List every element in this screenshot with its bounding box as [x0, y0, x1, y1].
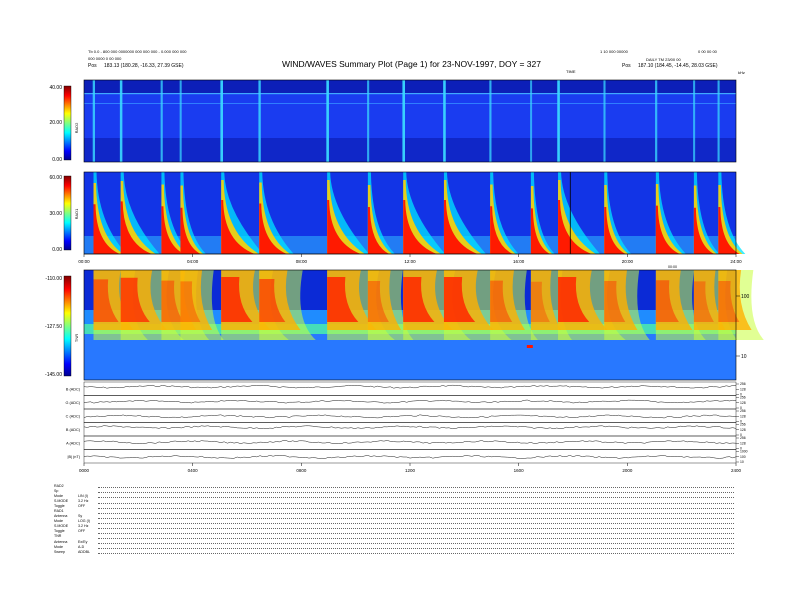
- rad2-burst-streak: [530, 80, 533, 162]
- trace-right-tick-label: 128: [740, 428, 746, 432]
- tnr-spectrogram: [84, 270, 764, 380]
- trace-series-label: B (ADC): [66, 387, 81, 391]
- tnr-ylabel: TNR: [74, 334, 79, 342]
- rad2-burst-streak: [179, 80, 182, 162]
- settings-label: Sweep: [54, 549, 65, 554]
- bottom-time-axis: 0000 0400 0800 1200 1600 2000 2400: [79, 463, 742, 473]
- tnr-xlabel-right: 00:00: [668, 265, 677, 269]
- trace-line: [83, 384, 736, 389]
- rad2-burst-streak: [489, 80, 492, 162]
- rad2-band-line: [84, 93, 736, 95]
- rad2-burst-streak: [402, 80, 406, 162]
- trace-right-tick-label: 128: [740, 441, 746, 445]
- trace-line: [83, 399, 737, 404]
- rad2-burst-streak: [603, 80, 606, 162]
- rad2-band-low: [84, 138, 736, 162]
- trace-line: [83, 440, 737, 444]
- trace-right-tick-label: 256: [740, 436, 746, 440]
- trace-panels: B (ADC)2561280G (ADC)2561280C (ADC)25612…: [65, 381, 748, 464]
- bottom-axis-label: 0800: [296, 468, 307, 473]
- rad2-band-line: [84, 103, 736, 104]
- bottom-axis-label: 1200: [405, 468, 416, 473]
- rad2-burst-streak: [367, 80, 370, 162]
- rad2-burst-streak: [557, 80, 560, 162]
- trace-panel-frame: [83, 381, 737, 396]
- trace-series-label: B (ADC): [66, 428, 81, 432]
- rad2-burst-streak: [655, 80, 658, 162]
- trace-series-label: |B| (nT): [67, 455, 80, 459]
- rad2-burst-streak: [92, 80, 96, 162]
- settings-value: ADDBL: [78, 549, 90, 554]
- rad2-burst-streak: [443, 80, 446, 162]
- trace-panel-frame: [83, 435, 737, 450]
- tnr-colorbar: [63, 275, 72, 377]
- trace-right-tick-label: 128: [740, 414, 746, 418]
- time-axis-label: 12:00: [404, 259, 416, 264]
- trace-right-tick-label: 1000: [740, 450, 748, 454]
- rad1-cbar-tick-mid: 30.00: [49, 211, 62, 217]
- trace-right-tick-label: 10: [740, 460, 744, 464]
- trace-line: [83, 425, 737, 430]
- rad1-cbar-tick-top: 60.00: [49, 175, 62, 181]
- trace-panel-frame: [83, 422, 737, 437]
- rad1-colorbar: [63, 175, 72, 251]
- trace-series-label: G (ADC): [65, 401, 80, 405]
- trace-right-tick-label: 256: [740, 396, 746, 400]
- time-axis-label: 08:00: [296, 259, 308, 264]
- tnr-cbar-tick-top: -110.00: [45, 276, 62, 282]
- rad2-band-top: [84, 80, 736, 94]
- rad2-burst-streak: [717, 80, 720, 162]
- trace-panel-frame: [83, 395, 737, 410]
- trace-series-label: A (ADC): [66, 441, 81, 445]
- bottom-axis-label: 1600: [514, 468, 525, 473]
- rad2-burst-streak: [258, 80, 261, 162]
- rad2-colorbar: [63, 85, 72, 161]
- rad2-ylabel: RAD2: [74, 122, 79, 133]
- rad2-cbar-tick-top: 40.00: [49, 85, 62, 91]
- rad2-burst-streak: [220, 80, 223, 162]
- trace-series-label: C (ADC): [66, 414, 81, 418]
- rad1-cbar-tick-bot: 0.00: [52, 247, 62, 253]
- rad2-cbar-tick-mid: 20.00: [49, 120, 62, 126]
- bottom-axis-label: 2000: [622, 468, 633, 473]
- rad1-ylabel: RAD1: [74, 208, 79, 219]
- tnr-spot: [526, 345, 533, 348]
- trace-line: [83, 455, 737, 459]
- settings-dotted-line: [98, 553, 734, 554]
- trace-panel-frame: [83, 408, 737, 423]
- time-axis-label: 20:00: [622, 259, 634, 264]
- bottom-axis-label: 2400: [731, 468, 742, 473]
- time-axis-label: 16:00: [513, 259, 525, 264]
- trace-right-tick-label: 256: [740, 423, 746, 427]
- tnr-cbar-tick-mid: -127.50: [45, 324, 62, 330]
- tnr-cbar-tick-bot: -145.00: [45, 372, 62, 378]
- tnr-time-axis: 00:00 04:00 08:00 12:00 16:00 20:00 24:00: [78, 253, 742, 264]
- trace-panel-frame: [83, 449, 737, 464]
- rad2-burst-streak: [693, 80, 696, 162]
- bottom-axis-label: 0400: [188, 468, 199, 473]
- rad2-cbar-tick-bot: 0.00: [52, 157, 62, 163]
- tnr-right-tick-10: 10: [741, 354, 747, 360]
- rad2-burst-streak: [326, 80, 329, 162]
- time-axis-label: 00:00: [78, 259, 90, 264]
- tnr-right-axis-label: kHz: [738, 70, 745, 75]
- trace-right-tick-label: 128: [740, 401, 746, 405]
- trace-line: [83, 414, 737, 419]
- trace-right-tick-label: 256: [740, 382, 746, 386]
- settings-row: Sweep ADDBL: [54, 550, 734, 555]
- bottom-axis-label: 0000: [79, 468, 90, 473]
- tnr-right-tick-100: 100: [741, 294, 750, 300]
- trace-right-tick-label: 256: [740, 409, 746, 413]
- trace-right-tick-label: 128: [740, 387, 746, 391]
- rad2-burst-streak: [160, 80, 163, 162]
- time-axis-label: 04:00: [187, 259, 199, 264]
- instrument-settings: RAD2 Sp Mode LIN (I) S.MODE 3.2 Hz Toggle OFF RA…: [54, 484, 734, 555]
- rad2-burst-streak: [119, 80, 123, 162]
- trace-right-tick-label: 100: [740, 455, 746, 459]
- tnr-band-bottom: [84, 334, 736, 380]
- time-axis-label: 24:00: [730, 259, 742, 264]
